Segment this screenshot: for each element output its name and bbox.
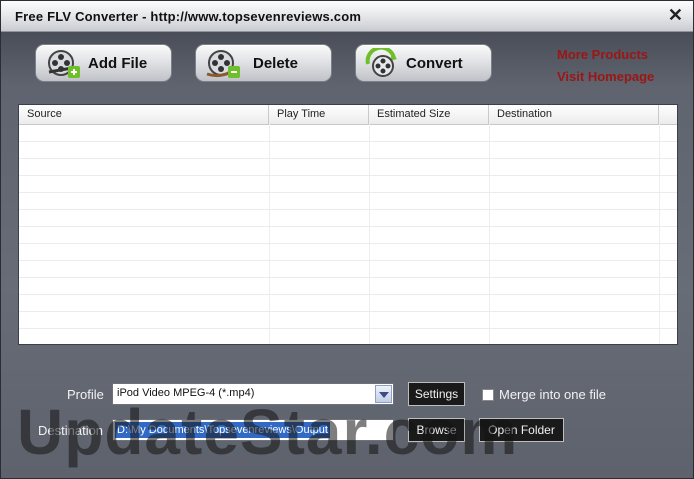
film-reel-add-icon <box>48 50 80 78</box>
title-bar: Free FLV Converter - http://www.topseven… <box>1 1 693 32</box>
column-header-estimated-size[interactable]: Estimated Size <box>369 105 489 124</box>
grid-row-line <box>19 328 677 329</box>
grid-row-line <box>19 243 677 244</box>
file-list-header: Source Play Time Estimated Size Destinat… <box>19 105 677 125</box>
grid-row-line <box>19 260 677 261</box>
column-header-destination[interactable]: Destination <box>489 105 659 124</box>
profile-select[interactable]: iPod Video MPEG-4 (*.mp4) <box>112 383 394 405</box>
column-header-source[interactable]: Source <box>19 105 269 124</box>
app-window: Free FLV Converter - http://www.topseven… <box>0 0 694 479</box>
column-header-play-time[interactable]: Play Time <box>269 105 369 124</box>
settings-button[interactable]: Settings <box>408 382 465 406</box>
close-icon[interactable]: ✕ <box>668 5 683 25</box>
grid-row-line <box>19 311 677 312</box>
merge-checkbox[interactable] <box>482 389 494 401</box>
chevron-down-icon[interactable] <box>375 385 392 403</box>
visit-homepage-link[interactable]: Visit Homepage <box>557 66 654 88</box>
profile-label: Profile <box>67 387 104 402</box>
window-title: Free FLV Converter - http://www.topseven… <box>15 9 362 24</box>
grid-row-line <box>19 209 677 210</box>
grid-row-line <box>19 141 677 142</box>
destination-path-value: D:\My Documents\Topsevenreviews\Output <box>115 422 330 438</box>
convert-reel-icon <box>365 48 397 77</box>
promo-links: More Products Visit Homepage <box>557 44 654 88</box>
add-file-button[interactable]: Add File <box>35 44 172 82</box>
film-reel-remove-icon <box>206 50 240 78</box>
grid-row-line <box>19 277 677 278</box>
more-products-link[interactable]: More Products <box>557 44 654 66</box>
destination-input[interactable]: D:\My Documents\Topsevenreviews\Output <box>112 419 394 441</box>
delete-label: Delete <box>253 55 299 72</box>
profile-selected-value: iPod Video MPEG-4 (*.mp4) <box>117 387 255 399</box>
grid-row-line <box>19 192 677 193</box>
merge-label: Merge into one file <box>499 387 606 402</box>
add-file-label: Add File <box>88 55 148 72</box>
grid-row-line <box>19 294 677 295</box>
convert-label: Convert <box>406 55 463 72</box>
grid-row-line <box>19 158 677 159</box>
destination-label: Destination <box>38 423 104 438</box>
grid-row-line <box>19 226 677 227</box>
convert-button[interactable]: Convert <box>355 44 492 82</box>
grid-row-line <box>19 175 677 176</box>
delete-button[interactable]: Delete <box>195 44 332 82</box>
open-folder-button[interactable]: Open Folder <box>479 418 564 442</box>
file-list-table[interactable]: Source Play Time Estimated Size Destinat… <box>18 104 678 345</box>
browse-button[interactable]: Browse <box>408 418 465 442</box>
